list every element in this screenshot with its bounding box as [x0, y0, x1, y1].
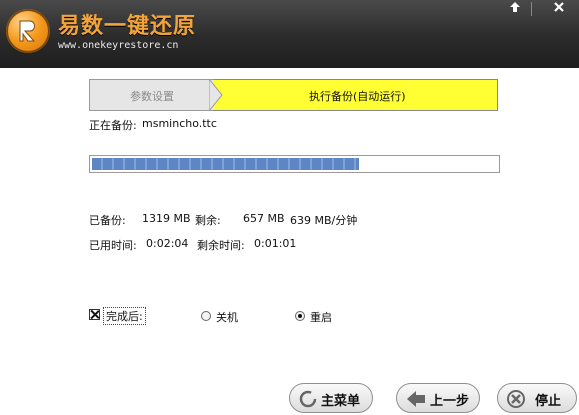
- close-icon[interactable]: [548, 0, 570, 18]
- backup-speed-value: 639 MB/分钟: [290, 214, 358, 227]
- step-label: 参数设置: [130, 90, 174, 103]
- app-url: www.onekeyrestore.cn: [58, 40, 179, 51]
- backed-up-label: 已备份:: [89, 214, 126, 227]
- refresh-circle-icon: [299, 390, 317, 408]
- step-label: 执行备份(自动运行): [309, 90, 406, 103]
- remaining-time-label: 剩余时间:: [197, 239, 245, 252]
- app-title: 易数一键还原: [58, 14, 197, 39]
- after-complete-checkbox[interactable]: [89, 309, 100, 320]
- backup-file-name: msmincho.ttc: [142, 117, 217, 130]
- restart-label[interactable]: 重启: [310, 309, 332, 325]
- app-header: 易数一键还原 www.onekeyrestore.cn: [0, 0, 579, 68]
- step-parameter-settings: 参数设置: [89, 79, 223, 111]
- button-label: 主菜单: [321, 394, 361, 409]
- backup-progress-bar: [89, 155, 500, 173]
- restart-radio[interactable]: [295, 311, 305, 321]
- window-control-divider: [531, 2, 532, 16]
- previous-step-button[interactable]: 上一步: [396, 383, 480, 413]
- step-indicator: 参数设置 执行备份(自动运行): [89, 79, 498, 111]
- main-menu-button[interactable]: 主菜单: [289, 383, 373, 413]
- step-execute-backup: 执行备份(自动运行): [213, 79, 498, 111]
- after-complete-label[interactable]: 完成后:: [103, 307, 146, 325]
- elapsed-time-value: 0:02:04: [146, 237, 189, 250]
- logo-r-badge-icon: [6, 9, 50, 53]
- stop-x-icon: [507, 390, 525, 408]
- shutdown-label[interactable]: 关机: [216, 309, 238, 325]
- button-label: 停止: [535, 394, 562, 409]
- remaining-time-value: 0:01:01: [254, 237, 297, 250]
- step-arrow-divider: [209, 79, 223, 111]
- button-label: 上一步: [430, 394, 470, 409]
- back-arrow-icon: [407, 391, 425, 407]
- remaining-size-label: 剩余:: [195, 214, 221, 227]
- backed-up-value: 1319 MB: [142, 212, 191, 225]
- shutdown-radio[interactable]: [201, 311, 211, 321]
- elapsed-time-label: 已用时间:: [89, 239, 137, 252]
- remaining-size-value: 657 MB: [243, 212, 285, 225]
- stop-button[interactable]: 停止: [497, 383, 577, 413]
- backup-progress-fill: [92, 158, 359, 170]
- minimize-arrow-icon[interactable]: [504, 0, 526, 18]
- backup-status-label: 正在备份:: [89, 119, 137, 132]
